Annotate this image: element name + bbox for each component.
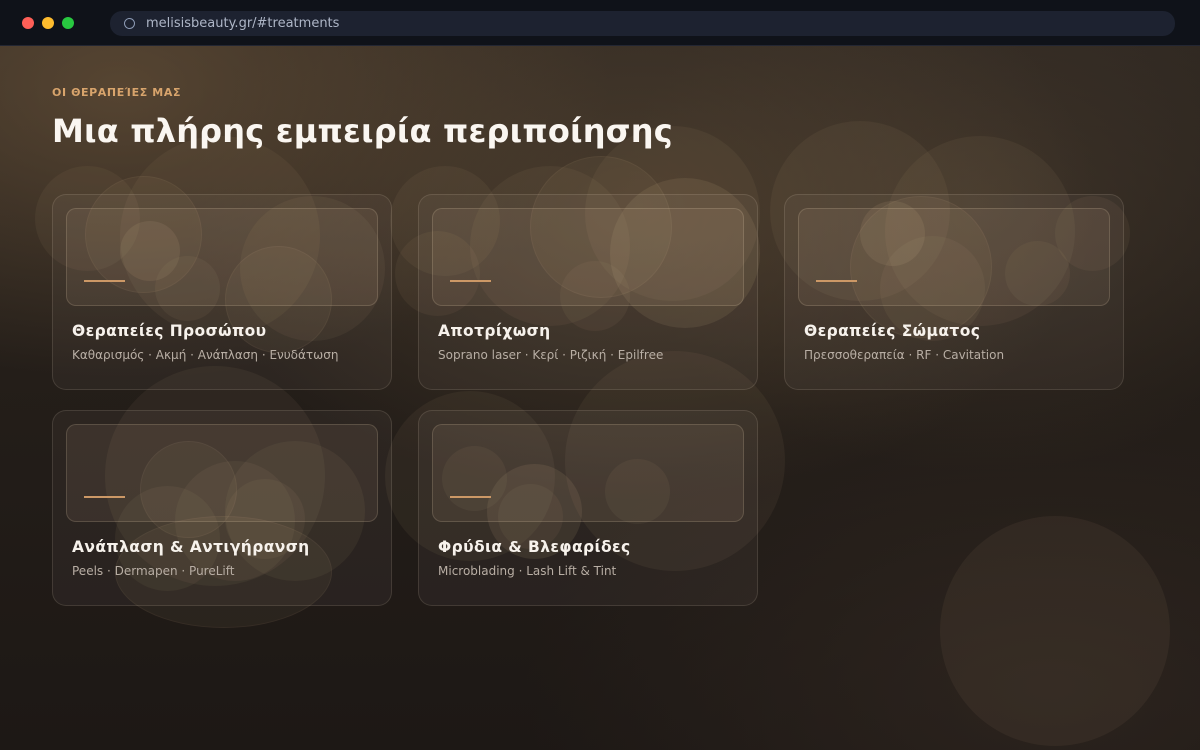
card-title: Θεραπείες Προσώπου [72, 322, 267, 340]
maximize-window-button[interactable] [62, 17, 74, 29]
globe-icon [124, 18, 135, 29]
url-text[interactable]: melisisbeauty.gr/#treatments [146, 15, 339, 32]
card-thumbnail [432, 208, 744, 306]
treatment-card-hair-removal[interactable]: Αποτρίχωση Soprano laser · Κερί · Ριζική… [418, 194, 758, 390]
minimize-window-button[interactable] [42, 17, 54, 29]
close-window-button[interactable] [22, 17, 34, 29]
section-title: Μια πλήρης εμπειρία περιποίησης [52, 112, 673, 150]
card-subtitle: Peels · Dermapen · PureLift [72, 564, 235, 578]
treatment-card-anti-aging[interactable]: Ανάπλαση & Αντιγήρανση Peels · Dermapen … [52, 410, 392, 606]
accent-line [450, 496, 491, 498]
treatment-card-facial[interactable]: Θεραπείες Προσώπου Καθαρισμός · Ακμή · Α… [52, 194, 392, 390]
card-thumbnail [66, 424, 378, 522]
card-subtitle: Soprano laser · Κερί · Ριζική · Epilfree [438, 348, 664, 362]
accent-line [450, 280, 491, 282]
card-subtitle: Πρεσσοθεραπεία · RF · Cavitation [804, 348, 1005, 362]
address-bar[interactable]: melisisbeauty.gr/#treatments [110, 11, 1175, 36]
accent-line [816, 280, 857, 282]
browser-chrome: melisisbeauty.gr/#treatments [0, 0, 1200, 46]
card-thumbnail [798, 208, 1110, 306]
treatments-section: ΟΙ ΘΕΡΑΠΕΊΕΣ ΜΑΣ Μια πλήρης εμπειρία περ… [0, 46, 1200, 750]
section-kicker: ΟΙ ΘΕΡΑΠΕΊΕΣ ΜΑΣ [52, 86, 182, 99]
card-title: Φρύδια & Βλεφαρίδες [438, 538, 631, 556]
card-thumbnail [66, 208, 378, 306]
card-thumbnail [432, 424, 744, 522]
card-title: Ανάπλαση & Αντιγήρανση [72, 538, 310, 556]
card-title: Θεραπείες Σώματος [804, 322, 981, 340]
card-title: Αποτρίχωση [438, 322, 551, 340]
treatment-card-brows-lashes[interactable]: Φρύδια & Βλεφαρίδες Microblading · Lash … [418, 410, 758, 606]
bokeh-background [0, 46, 1200, 750]
accent-line [84, 496, 125, 498]
treatment-card-body[interactable]: Θεραπείες Σώματος Πρεσσοθεραπεία · RF · … [784, 194, 1124, 390]
card-subtitle: Microblading · Lash Lift & Tint [438, 564, 617, 578]
accent-line [84, 280, 125, 282]
card-subtitle: Καθαρισμός · Ακμή · Ανάπλαση · Ενυδάτωση [72, 348, 339, 362]
